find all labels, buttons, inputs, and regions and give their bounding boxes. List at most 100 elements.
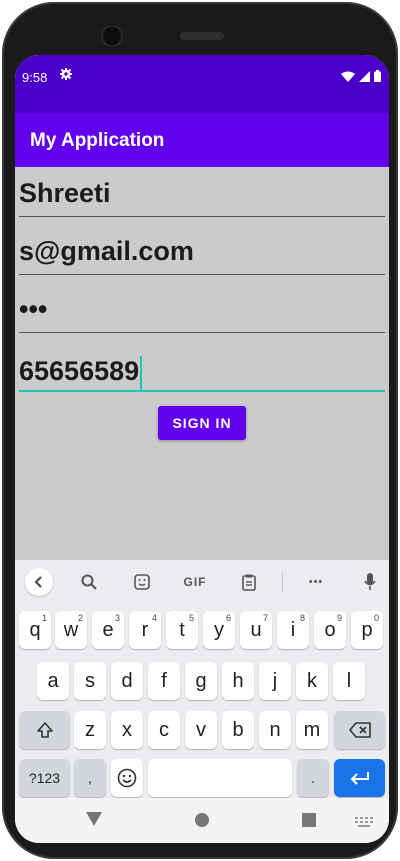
soft-keyboard: GIF ••• q1 w2 e3 r4 t5 y6 u7 i8 o 9 p 0 … <box>15 560 389 798</box>
key-label: u <box>250 618 262 641</box>
period-key[interactable]: . <box>297 759 329 797</box>
key-hint: 7 <box>262 613 268 623</box>
navigation-bar <box>15 798 389 843</box>
key-label: r <box>141 618 149 641</box>
key-u[interactable]: u7 <box>240 611 272 649</box>
key-hint: 4 <box>151 613 157 623</box>
key-a[interactable]: a <box>37 662 69 700</box>
key-y[interactable]: y6 <box>203 611 235 649</box>
key-w[interactable]: w2 <box>55 611 87 649</box>
key-b[interactable]: b <box>222 711 254 749</box>
phone-frame: 9:58 My Application Shreeti s@gmail.com … <box>2 2 398 859</box>
emoji-icon <box>117 768 137 788</box>
app-bar: My Application <box>15 113 389 167</box>
phone-field[interactable]: 65656589 <box>19 343 385 392</box>
key-hint: 8 <box>299 613 305 623</box>
shift-key[interactable] <box>19 711 70 749</box>
clipboard-icon[interactable] <box>235 568 263 596</box>
toolbar-divider <box>282 572 283 592</box>
key-hint: 9 <box>336 613 342 623</box>
key-q[interactable]: q1 <box>19 611 51 649</box>
status-time: 9:58 <box>22 70 48 85</box>
key-h[interactable]: h <box>222 662 254 700</box>
key-t[interactable]: t5 <box>166 611 198 649</box>
status-icons <box>341 69 381 87</box>
chevron-left-icon[interactable] <box>25 568 53 596</box>
status-bar: 9:58 <box>15 55 389 113</box>
shift-icon <box>36 722 53 738</box>
recents-square-icon[interactable] <box>302 813 316 832</box>
screen: 9:58 My Application Shreeti s@gmail.com … <box>15 55 389 843</box>
keyboard-switch-icon[interactable] <box>355 814 373 832</box>
password-underline <box>19 332 385 333</box>
password-field[interactable]: ••• <box>19 285 385 333</box>
key-label: w <box>63 618 79 641</box>
key-z[interactable]: z <box>74 711 106 749</box>
gear-icon <box>60 68 72 83</box>
key-p[interactable]: p0 <box>351 611 383 649</box>
key-hint: 5 <box>188 613 194 623</box>
key-r[interactable]: r4 <box>129 611 161 649</box>
email-underline <box>19 274 385 275</box>
name-value: Shreeti <box>19 178 111 208</box>
key-s[interactable]: s <box>74 662 106 700</box>
name-underline <box>19 216 385 217</box>
key-f[interactable]: f <box>148 662 180 700</box>
earpiece-speaker <box>180 32 224 40</box>
home-circle-icon[interactable] <box>195 813 209 832</box>
key-label: q <box>29 618 41 641</box>
key-label: e <box>102 618 114 641</box>
key-m[interactable]: m <box>296 711 328 749</box>
key-e[interactable]: e3 <box>92 611 124 649</box>
key-k[interactable]: k <box>296 662 328 700</box>
microphone-icon[interactable] <box>356 568 384 596</box>
backspace-icon <box>348 722 371 738</box>
phone-text-wrap: 65656589 <box>19 356 143 390</box>
email-value: s@gmail.com <box>19 236 194 266</box>
key-d[interactable]: d <box>111 662 143 700</box>
key-hint: 1 <box>41 613 47 623</box>
back-triangle-icon[interactable] <box>86 812 102 831</box>
key-label: t <box>179 618 185 641</box>
key-c[interactable]: c <box>148 711 180 749</box>
battery-icon <box>374 69 381 87</box>
emoji-key[interactable] <box>111 759 143 797</box>
key-i[interactable]: i8 <box>277 611 309 649</box>
key-j[interactable]: j <box>259 662 291 700</box>
name-field[interactable]: Shreeti <box>19 169 385 217</box>
key-label: y <box>214 618 224 641</box>
search-icon[interactable] <box>75 568 103 596</box>
key-label: o <box>324 618 336 641</box>
sticker-icon[interactable] <box>128 568 156 596</box>
email-field[interactable]: s@gmail.com <box>19 227 385 275</box>
front-camera <box>103 27 121 45</box>
key-o[interactable]: o9 <box>314 611 346 649</box>
enter-icon <box>350 772 369 785</box>
key-label: p <box>361 618 373 641</box>
key-hint: 6 <box>225 613 231 623</box>
key-hint: 0 <box>373 613 379 623</box>
key-v[interactable]: v <box>185 711 217 749</box>
sign-in-button[interactable]: SIGN IN <box>158 406 246 440</box>
key-hint: 3 <box>114 613 120 623</box>
key-g[interactable]: g <box>185 662 217 700</box>
key-label: i <box>290 618 296 641</box>
space-key[interactable] <box>148 759 292 797</box>
phone-value: 65656589 <box>19 356 140 387</box>
phone-underline <box>19 390 385 392</box>
signal-icon <box>359 69 370 87</box>
key-n[interactable]: n <box>259 711 291 749</box>
backspace-key[interactable] <box>334 711 385 749</box>
comma-key[interactable]: , <box>74 759 106 797</box>
keyboard-toolbar: GIF ••• <box>15 560 389 604</box>
app-title: My Application <box>30 130 165 151</box>
password-value: ••• <box>19 294 48 324</box>
symbols-key[interactable]: ?123 <box>19 759 70 797</box>
enter-key[interactable] <box>334 759 385 797</box>
text-cursor <box>140 356 143 390</box>
key-x[interactable]: x <box>111 711 143 749</box>
key-l[interactable]: l <box>333 662 365 700</box>
key-hint: 2 <box>77 613 83 623</box>
more-options-button[interactable]: ••• <box>302 568 330 596</box>
gif-button[interactable]: GIF <box>181 568 209 596</box>
